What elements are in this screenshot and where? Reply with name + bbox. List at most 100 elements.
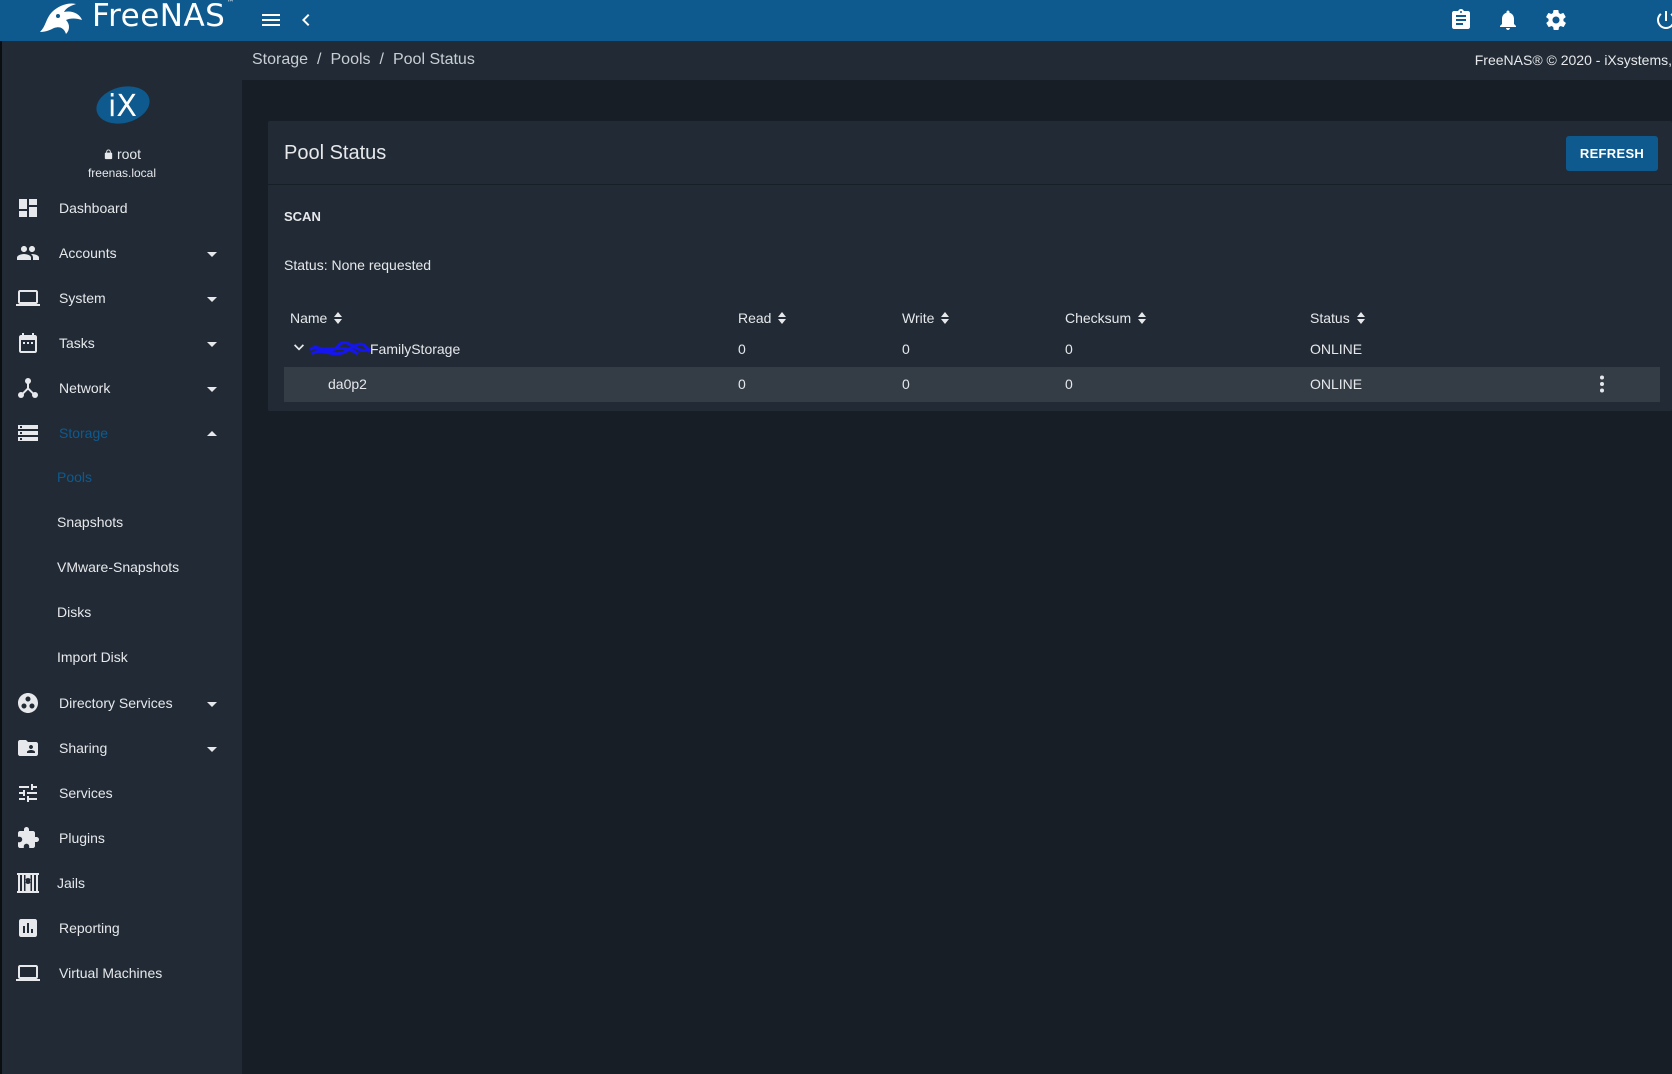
column-header-read[interactable]: Read	[738, 310, 787, 326]
column-header-name[interactable]: Name	[290, 310, 343, 326]
sort-icon	[941, 312, 950, 324]
sidebar-item-dashboard[interactable]: Dashboard	[2, 185, 242, 230]
sidebar-item-label: Plugins	[59, 829, 105, 846]
device-status: ONLINE	[1310, 376, 1363, 392]
power-icon	[1657, 11, 1672, 29]
refresh-button[interactable]: REFRESH	[1566, 136, 1658, 171]
sidebar-item-label: Accounts	[59, 244, 117, 261]
sidebar-item-directory-services[interactable]: Directory Services	[2, 680, 242, 725]
sidebar-item-label: Storage	[59, 424, 109, 441]
host-name: freenas.local	[87, 166, 157, 180]
pool-checksum: 0	[1065, 341, 1073, 357]
sort-icon	[334, 312, 343, 324]
breadcrumb-storage[interactable]: Storage	[252, 51, 308, 69]
collapse-sidebar-button[interactable]	[292, 6, 320, 34]
folder-shared-icon	[15, 735, 41, 761]
user-name: root	[2, 146, 242, 162]
sidebar-item-services[interactable]: Services	[2, 770, 242, 815]
top-bar: FreeNAS™	[0, 0, 1672, 41]
tune-icon	[15, 780, 41, 806]
caret-down-icon	[206, 742, 218, 754]
column-header-write[interactable]: Write	[902, 310, 950, 326]
menu-toggle-button[interactable]	[257, 6, 285, 34]
sidebar-item-accounts[interactable]: Accounts	[2, 230, 242, 275]
column-header-status[interactable]: Status	[1310, 310, 1366, 326]
sidebar-item-jails[interactable]: Jails	[2, 860, 242, 905]
sidebar-item-reporting[interactable]: Reporting	[2, 905, 242, 950]
sidebar-item-tasks[interactable]: Tasks	[2, 320, 242, 365]
chevron-down-icon[interactable]	[292, 341, 306, 355]
more-vert-icon[interactable]	[1592, 373, 1612, 395]
brand-name: FreeNAS™	[92, 0, 235, 34]
sidebar-item-storage[interactable]: Storage	[2, 410, 242, 455]
sidebar-item-label: Tasks	[59, 334, 95, 351]
caret-down-icon	[206, 382, 218, 394]
caret-down-icon	[206, 697, 218, 709]
sidebar-item-virtual-machines[interactable]: Virtual Machines	[2, 950, 242, 995]
sidebar-item-label: Reporting	[59, 919, 120, 936]
column-header-checksum[interactable]: Checksum	[1065, 310, 1147, 326]
freenas-logo: FreeNAS™	[36, 0, 235, 36]
pool-write: 0	[902, 341, 910, 357]
sidebar-item-sharing[interactable]: Sharing	[2, 725, 242, 770]
notifications-button[interactable]	[1494, 6, 1522, 34]
breadcrumb: Storage / Pools / Pool Status	[252, 51, 475, 69]
caret-down-icon	[206, 292, 218, 304]
sidebar-item-label: Jails	[57, 874, 86, 891]
caret-down-icon	[206, 247, 218, 259]
chevron-left-icon	[302, 14, 310, 26]
sort-icon	[1138, 312, 1147, 324]
storage-icon	[15, 420, 41, 446]
sidebar-subitem-import-disk[interactable]: Import Disk	[2, 635, 242, 680]
clipboard-icon	[1452, 9, 1470, 29]
puzzle-icon	[15, 825, 41, 851]
table-row-device[interactable]: da0p2 0 0 0 ONLINE	[284, 367, 1660, 402]
device-checksum: 0	[1065, 376, 1073, 392]
power-button[interactable]	[1652, 6, 1672, 34]
sidebar-subitem-snapshots[interactable]: Snapshots	[2, 500, 242, 545]
dashboard-icon	[15, 195, 41, 221]
task-manager-button[interactable]	[1447, 6, 1475, 34]
calendar-icon	[15, 330, 41, 356]
sidebar-item-plugins[interactable]: Plugins	[2, 815, 242, 860]
chart-icon	[15, 915, 41, 941]
breadcrumb-current: Pool Status	[392, 51, 475, 68]
breadcrumb-separator: /	[317, 51, 322, 68]
pool-name: FamilyStorage	[370, 341, 461, 357]
breadcrumb-bar: Storage / Pools / Pool Status FreeNAS® ©…	[242, 41, 1672, 80]
sidebar-item-system[interactable]: System	[2, 275, 242, 320]
pool-read: 0	[738, 341, 746, 357]
copyright-text: FreeNAS® © 2020 - iXsystems,	[1474, 52, 1672, 68]
gear-icon	[1546, 10, 1566, 30]
sidebar-item-label: Sharing	[59, 739, 108, 756]
device-name: da0p2	[328, 376, 367, 392]
page-title: Pool Status	[284, 142, 387, 164]
sort-icon	[1356, 312, 1365, 324]
jail-icon	[15, 870, 41, 896]
scan-heading: SCAN	[284, 209, 321, 224]
computer-icon	[15, 960, 41, 986]
caret-down-icon	[206, 337, 218, 349]
settings-button[interactable]	[1542, 6, 1570, 34]
sidebar-subitem-vmware-snapshots[interactable]: VMware-Snapshots	[2, 545, 242, 590]
breadcrumb-pools[interactable]: Pools	[331, 51, 371, 69]
svg-text:iX: iX	[108, 89, 137, 124]
lock-icon	[104, 149, 113, 160]
pool-status-card: Pool Status REFRESH SCAN Status: None re…	[268, 121, 1672, 411]
device-write: 0	[902, 376, 910, 392]
sidebar-item-label: Virtual Machines	[59, 964, 163, 981]
bell-icon	[1500, 10, 1516, 30]
sidebar-item-network[interactable]: Network	[2, 365, 242, 410]
sort-icon	[778, 312, 787, 324]
sidebar-item-label: Network	[59, 379, 111, 396]
people-icon	[15, 240, 41, 266]
table-row-pool[interactable]: FamilyStorage 0 0 0 ONLINE	[284, 332, 1660, 367]
card-header: Pool Status REFRESH	[268, 121, 1672, 185]
directory-icon	[15, 690, 41, 716]
sidebar-subitem-disks[interactable]: Disks	[2, 590, 242, 635]
breadcrumb-separator: /	[379, 51, 384, 68]
redaction-scribble	[308, 341, 372, 356]
sidebar-item-label: Dashboard	[59, 199, 128, 216]
sidebar-item-label: Directory Services	[59, 694, 173, 711]
sidebar-subitem-pools[interactable]: Pools	[2, 455, 242, 500]
